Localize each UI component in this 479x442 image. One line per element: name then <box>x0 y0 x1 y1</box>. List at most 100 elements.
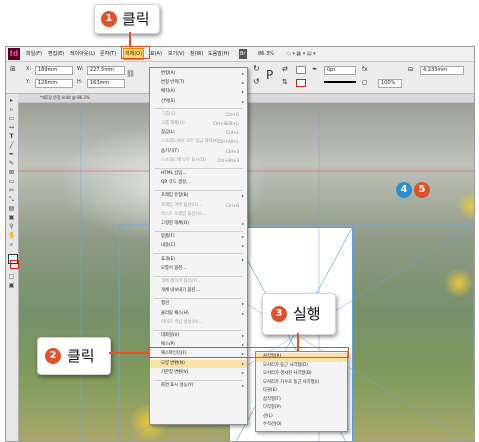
object-menu-item[interactable]: 클리핑 패스(H) ▸ <box>150 310 247 318</box>
type-on-path-p-icon[interactable]: P <box>266 68 273 82</box>
opacity-field[interactable]: 100% <box>378 79 402 88</box>
object-menu-item[interactable]: 모양 변환(N) ▸ <box>150 359 247 368</box>
convert-shape-option[interactable]: 모서리가 거꾸로 둥근 사각형(I) <box>256 379 347 388</box>
object-menu-item: 그룹(G) Ctrl+G <box>150 111 247 119</box>
menu-window[interactable]: 창(W) <box>190 49 203 59</box>
pen-tool-icon[interactable]: ✒ <box>8 152 15 158</box>
rectangle-frame-tool-icon[interactable]: ⊠ <box>8 170 15 176</box>
convert-shape-highlight <box>148 347 349 358</box>
menu-layout[interactable]: 레이아웃(L) <box>70 49 95 59</box>
object-menu-item[interactable]: 잠금(L) Ctrl+L <box>150 129 247 137</box>
reference-point-icon[interactable]: ⊞ <box>10 66 16 73</box>
object-menu-item[interactable]: 고정된 개체(O) ▸ <box>150 220 247 228</box>
object-menu-item[interactable]: 변형 반복(T) ▸ <box>150 79 247 87</box>
callout3-connector <box>297 333 299 351</box>
zoom-level[interactable]: 86.3% <box>258 49 274 59</box>
frame-fitting-icon[interactable]: ⊟ <box>408 66 413 73</box>
selection-tool-icon[interactable]: ▸ <box>8 98 15 104</box>
flip-horizontal-icon[interactable]: ⇄ <box>282 66 288 73</box>
object-menu-item-label: 스프레드에서 모두 잠금 해제(K) <box>161 139 219 145</box>
object-menu-item[interactable]: 효과(E) ▸ <box>150 256 247 264</box>
preview-mode-icon[interactable]: ▣ <box>8 283 15 289</box>
object-menu-item[interactable]: 대화형(V) ▸ <box>150 332 247 340</box>
page-tool-icon[interactable]: ▭ <box>8 116 15 122</box>
object-menu-item-label: 기본점 변환(V) <box>161 369 189 375</box>
eyedropper-tool-icon[interactable]: ⚲ <box>8 224 15 230</box>
gap-tool-icon[interactable]: ↔ <box>8 125 15 131</box>
convert-shape-option[interactable]: 다각형(P) <box>256 404 347 413</box>
constrain-proportions-icon[interactable]: ⛓ <box>126 71 135 78</box>
object-menu-item[interactable]: 프레임 유형(B) ▸ <box>150 192 247 200</box>
object-menu-item-label: 모양 변환(N) <box>161 360 185 366</box>
type-tool-icon[interactable]: T <box>8 134 15 140</box>
menu-separator <box>154 108 243 110</box>
hand-tool-icon[interactable]: ✋ <box>8 233 15 239</box>
object-menu-item-label: 그룹 해제(U) <box>161 121 185 126</box>
object-menu-item[interactable]: 맞춤(F) ▸ <box>150 233 247 241</box>
object-menu-item-label: 프레임 유형(B) <box>161 193 189 199</box>
menu-type[interactable]: 문자(T) <box>100 49 116 59</box>
object-menu-item-label: 고정된 개체(O) <box>161 221 189 226</box>
object-menu-item-shortcut: Ctrl+3 <box>225 148 239 154</box>
object-menu-item[interactable]: 변형(A) ▸ <box>150 70 247 78</box>
menu-file[interactable]: 파일(F) <box>26 49 42 59</box>
convert-shape-option[interactable]: 삼각형(T) <box>256 396 347 405</box>
fx-icon[interactable]: fx <box>362 66 368 73</box>
menu-separator <box>154 275 243 277</box>
zoom-tool-icon[interactable]: ⌕ <box>8 242 15 248</box>
convert-shape-option[interactable]: 모서리가 둥근 사각형(D) <box>256 362 347 371</box>
menu-view[interactable]: 보기(V) <box>168 49 185 59</box>
object-menu-item[interactable]: 내용(C) ▸ <box>150 242 247 250</box>
object-menu-item-label: 이미지 색상 설정(M)... <box>161 319 203 325</box>
w-field[interactable]: 227.5mm <box>87 66 125 75</box>
object-menu-item[interactable]: 배치(A) ▸ <box>150 88 247 96</box>
object-menu-item[interactable]: 숨기기(T) Ctrl+3 <box>150 148 247 156</box>
menu-table[interactable]: 표(A) <box>150 49 162 59</box>
gradient-tool-icon[interactable]: ▤ <box>8 206 15 212</box>
x-field[interactable]: 189mm <box>35 66 73 75</box>
menu-edit[interactable]: 편집(E) <box>48 49 64 59</box>
pencil-tool-icon[interactable]: ✎ <box>8 161 15 167</box>
bridge-button[interactable]: Br <box>239 49 247 59</box>
view-options-icon[interactable]: ▭ ▾ ▦ ▾ ▤ ▾ <box>286 49 316 59</box>
convert-shape-option[interactable]: 수직선(O) <box>256 421 347 430</box>
object-menu-item[interactable]: 모퉁이 옵션... <box>150 265 247 273</box>
line-tool-icon[interactable]: ╱ <box>8 143 15 149</box>
scissors-tool-icon[interactable]: ✂ <box>8 188 15 194</box>
convert-shape-option[interactable]: 선(L) <box>256 413 347 422</box>
rotate-icon[interactable]: ↻ <box>253 65 260 73</box>
object-menu-item[interactable]: 화면 표시 성능(Y) ▸ <box>150 382 247 390</box>
direct-selection-tool-icon[interactable]: ▹ <box>8 107 15 113</box>
menu-help[interactable]: 도움말(H) <box>208 49 229 59</box>
flip-vertical-icon[interactable]: ⇅ <box>282 79 288 86</box>
convert-shape-option[interactable]: 타원(E) <box>256 387 347 396</box>
shear-icon[interactable]: ↺ <box>253 78 260 86</box>
drop-shadow-icon[interactable]: ▢ <box>362 79 368 86</box>
object-menu-item[interactable]: 캡션 ▸ <box>150 300 247 308</box>
normal-mode-icon[interactable]: ▢ <box>8 274 15 280</box>
object-menu-item[interactable]: 기본점 변환(V) ▸ <box>150 369 247 377</box>
note-tool-icon[interactable]: ▣ <box>8 215 15 221</box>
y-field[interactable]: 126mm <box>35 79 73 88</box>
object-menu-item-label: 그룹(G) <box>161 111 176 117</box>
stroke-swatch-icon[interactable] <box>296 79 306 87</box>
object-menu-item[interactable]: 개체 내보내기 옵션... <box>150 287 247 295</box>
fill-swatch-icon[interactable] <box>296 66 306 74</box>
rectangle-tool-icon[interactable]: ▭ <box>8 179 15 185</box>
stroke-type-line-icon[interactable] <box>324 81 356 83</box>
convert-shape-option[interactable]: 모서리가 경사진 사각형(B) <box>256 370 347 379</box>
stroke-weight-stepper-icon[interactable]: ◂▸ <box>312 66 317 73</box>
h-field[interactable]: 163mm <box>87 79 125 88</box>
object-menu-item-label: 변형 반복(T) <box>161 80 185 86</box>
width-right-field[interactable]: 4.233mm <box>420 66 464 75</box>
menu-separator <box>154 253 243 255</box>
object-menu-item[interactable]: HTML 삽입... <box>150 170 247 178</box>
object-menu-item[interactable]: QR 코드 생성... <box>150 179 247 187</box>
stroke-color-icon[interactable] <box>10 260 19 269</box>
menu-separator <box>154 167 243 169</box>
step2-text: 클릭 <box>67 347 95 365</box>
free-transform-tool-icon[interactable]: ⤡ <box>8 197 15 203</box>
stroke-weight-field[interactable]: 0pt <box>324 66 356 75</box>
step2-badge: 2 <box>45 348 61 364</box>
object-menu-item[interactable]: 선택(S) ▸ <box>150 98 247 106</box>
